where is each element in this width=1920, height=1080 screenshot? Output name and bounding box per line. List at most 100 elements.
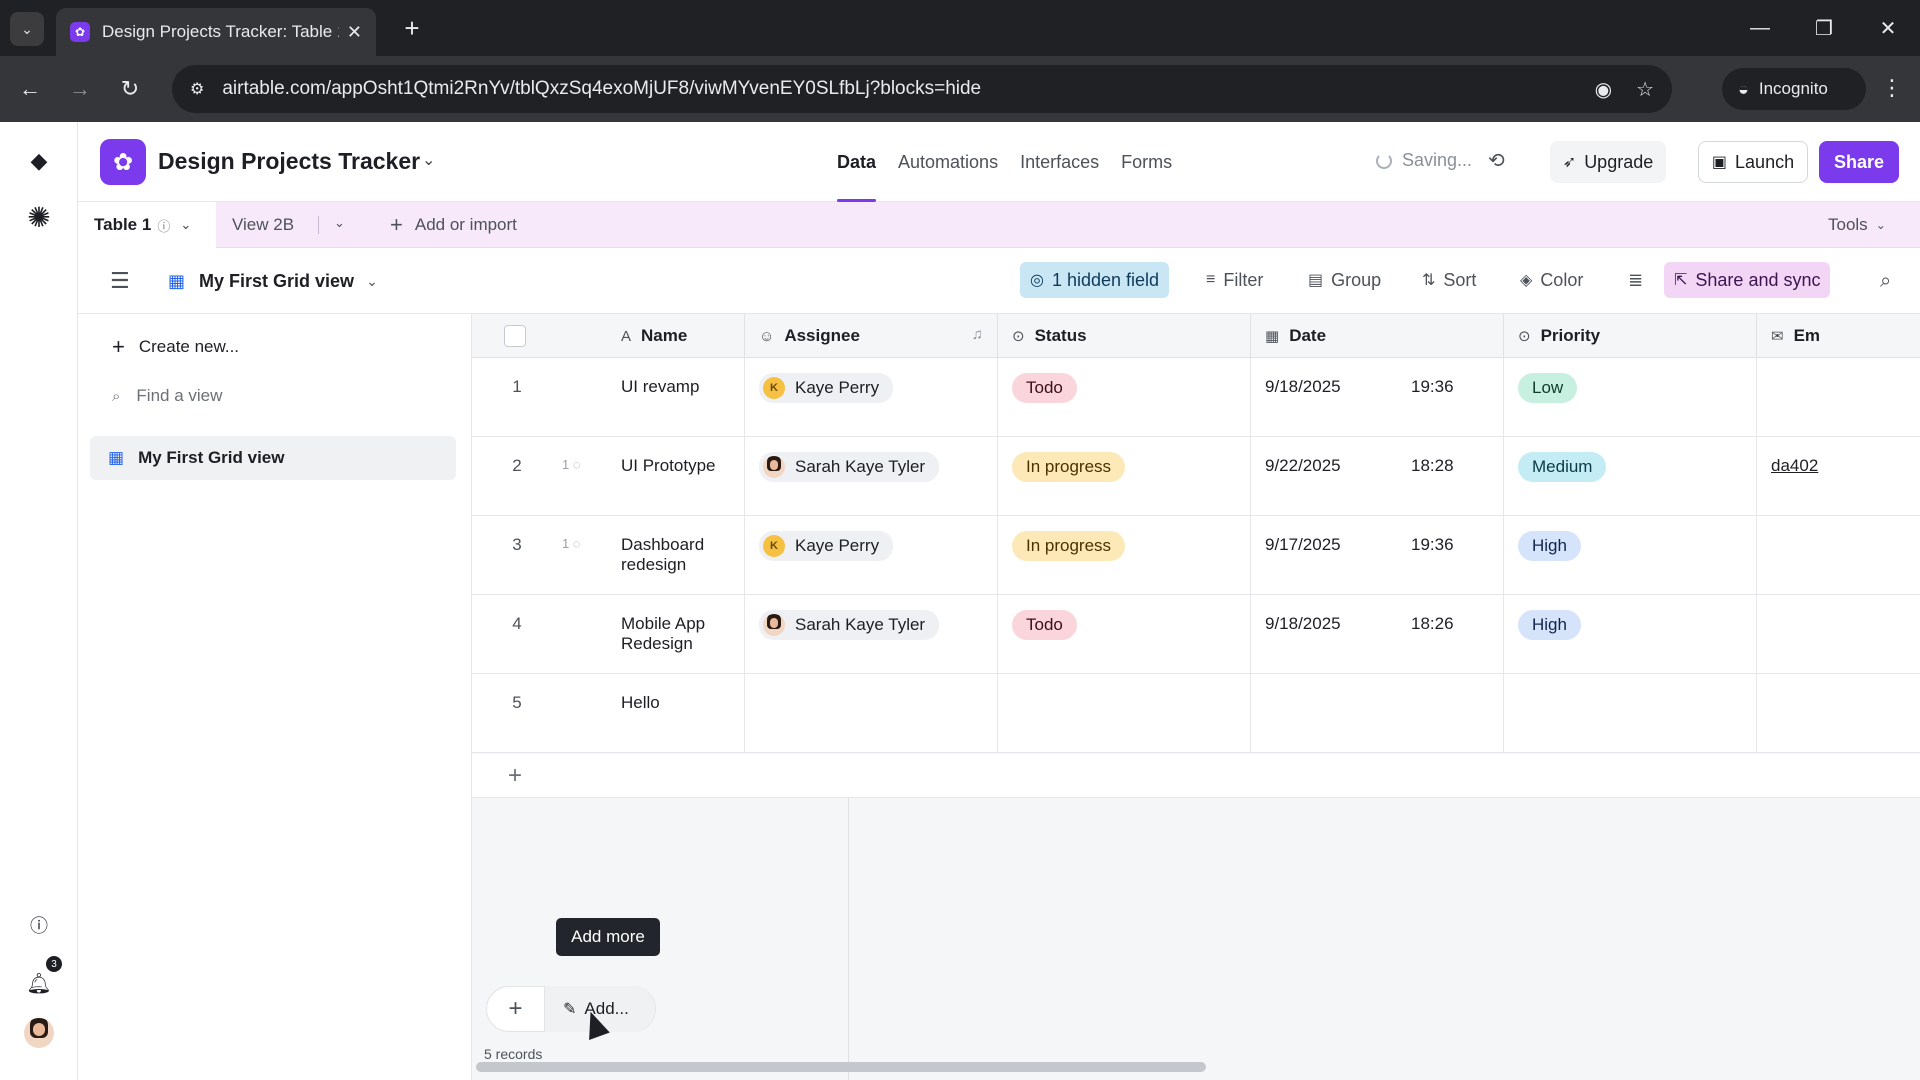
history-icon[interactable]: ⟲ xyxy=(1488,148,1505,173)
forward-button[interactable]: → xyxy=(64,73,96,105)
launch-button[interactable]: ▣ Launch xyxy=(1698,141,1808,183)
table-row[interactable]: 5 Hello xyxy=(472,674,1920,753)
table-row[interactable]: 1 UI revamp K Kaye Perry Todo 9/18/2025 19:36 L… xyxy=(472,358,1920,437)
add-record-button[interactable]: + xyxy=(487,986,545,1032)
address-bar[interactable]: ⚙ airtable.com/appOsht1Qtmi2RnYv/tblQxzS… xyxy=(172,65,1672,113)
create-new-view-button[interactable]: + Create new... xyxy=(112,334,239,360)
cell-email[interactable] xyxy=(1757,516,1920,595)
cell-status[interactable]: In progress xyxy=(998,437,1251,516)
column-header-name[interactable]: A Name xyxy=(607,314,745,358)
all-tables-chevron-icon[interactable]: ⌄ xyxy=(334,215,345,231)
bell-icon[interactable]: ♫ xyxy=(972,326,983,343)
column-header-date[interactable]: ▦ Date xyxy=(1251,314,1504,358)
minimize-button[interactable]: — xyxy=(1740,10,1780,46)
share-and-sync-button[interactable]: ⇱ Share and sync xyxy=(1664,262,1831,298)
share-button[interactable]: Share xyxy=(1819,141,1899,183)
email-link[interactable]: da402 xyxy=(1771,456,1818,476)
tab-data[interactable]: Data xyxy=(826,122,887,202)
cell-assignee[interactable]: Sarah Kaye Tyler xyxy=(745,595,998,674)
new-tab-button[interactable]: + xyxy=(396,12,428,44)
cell-name[interactable]: Dashboard redesign xyxy=(607,516,745,595)
tab-interfaces[interactable]: Interfaces xyxy=(1009,122,1110,202)
browser-menu-icon[interactable]: ⋮ xyxy=(1876,72,1908,104)
cell-assignee[interactable] xyxy=(745,674,998,753)
base-icon[interactable]: ✿ xyxy=(100,139,146,185)
cell-priority[interactable]: Low xyxy=(1504,358,1757,437)
tools-menu[interactable]: Tools ⌄ xyxy=(1828,202,1886,248)
tab-close-icon[interactable]: ✕ xyxy=(347,22,362,43)
cell-name[interactable]: Mobile App Redesign xyxy=(607,595,745,674)
cell-date[interactable]: 9/17/2025 19:36 xyxy=(1251,516,1504,595)
select-all-checkbox[interactable] xyxy=(504,325,526,347)
horizontal-scrollbar[interactable] xyxy=(476,1062,1206,1072)
comment-count[interactable]: 1 ◌ xyxy=(562,531,581,551)
url-text[interactable]: airtable.com/appOsht1Qtmi2RnYv/tblQxzSq4… xyxy=(222,78,1570,100)
back-button[interactable]: ← xyxy=(14,73,46,105)
info-icon[interactable]: ⓘ xyxy=(157,216,170,235)
search-icon[interactable]: ⌕ xyxy=(1880,270,1891,293)
tab-search-button[interactable]: ⌄ xyxy=(10,12,44,46)
bookmark-star-icon[interactable]: ☆ xyxy=(1636,77,1654,102)
column-header-priority[interactable]: ⊙ Priority xyxy=(1504,314,1757,358)
table-tab-table-1[interactable]: Table 1 ⓘ ⌄ xyxy=(78,202,216,248)
chevron-down-icon[interactable]: ⌄ xyxy=(180,217,191,233)
column-header-assignee[interactable]: ☺ Assignee ♫ xyxy=(745,314,998,358)
user-avatar[interactable] xyxy=(24,1018,54,1048)
group-button[interactable]: ▤ Group xyxy=(1298,262,1391,298)
tab-automations[interactable]: Automations xyxy=(887,122,1009,202)
site-info-icon[interactable]: ⚙ xyxy=(190,79,204,99)
browser-tab-active[interactable]: ✿ Design Projects Tracker: Table 1 ✕ xyxy=(56,8,376,56)
restore-button[interactable]: ❐ xyxy=(1804,10,1844,46)
eye-off-icon[interactable]: ◉ xyxy=(1595,77,1612,102)
table-row[interactable]: 3 1 ◌ Dashboard redesign K Kaye Perry In prog… xyxy=(472,516,1920,595)
cell-name[interactable]: UI revamp xyxy=(607,358,745,437)
row-height-button[interactable]: ≣ xyxy=(1618,262,1653,298)
cell-date[interactable]: 9/18/2025 19:36 xyxy=(1251,358,1504,437)
cell-name[interactable]: Hello xyxy=(607,674,745,753)
airtable-logo-icon[interactable]: ◆ xyxy=(22,144,56,178)
find-view-input[interactable]: ⌕ Find a view xyxy=(112,386,222,406)
cell-status[interactable]: Todo xyxy=(998,595,1251,674)
sidebar-item-my-first-grid-view[interactable]: ▦ My First Grid view xyxy=(90,436,456,480)
cell-priority[interactable]: High xyxy=(1504,595,1757,674)
cell-assignee[interactable]: K Kaye Perry xyxy=(745,516,998,595)
upgrade-button[interactable]: ➶ Upgrade xyxy=(1550,141,1666,183)
cell-priority[interactable]: Medium xyxy=(1504,437,1757,516)
column-header-status[interactable]: ⊙ Status xyxy=(998,314,1251,358)
incognito-indicator[interactable]: ◒ Incognito xyxy=(1722,68,1866,110)
cell-email[interactable] xyxy=(1757,674,1920,753)
add-or-import-button[interactable]: + Add or import xyxy=(390,202,517,248)
cell-date[interactable] xyxy=(1251,674,1504,753)
base-title[interactable]: Design Projects Tracker xyxy=(158,148,420,175)
cell-date[interactable]: 9/18/2025 18:26 xyxy=(1251,595,1504,674)
hidden-fields-button[interactable]: ◎ 1 hidden field xyxy=(1020,262,1170,298)
column-header-email[interactable]: ✉ Em xyxy=(1757,314,1920,358)
cell-email[interactable]: da402 xyxy=(1757,437,1920,516)
sort-button[interactable]: ⇅ Sort xyxy=(1412,262,1486,298)
help-icon[interactable]: ⓘ xyxy=(22,908,56,942)
cell-date[interactable]: 9/22/2025 18:28 xyxy=(1251,437,1504,516)
cell-email[interactable] xyxy=(1757,595,1920,674)
hamburger-menu-icon[interactable]: ☰ xyxy=(110,268,130,294)
chevron-down-icon[interactable]: ⌄ xyxy=(422,150,435,170)
cell-status[interactable]: In progress xyxy=(998,516,1251,595)
cell-priority[interactable] xyxy=(1504,674,1757,753)
reload-button[interactable]: ↻ xyxy=(114,73,146,105)
close-window-button[interactable]: ✕ xyxy=(1868,10,1908,46)
omni-ai-icon[interactable]: ✺ xyxy=(22,200,56,234)
cell-status[interactable]: Todo xyxy=(998,358,1251,437)
filter-button[interactable]: ≡ Filter xyxy=(1196,262,1273,298)
view-switcher[interactable]: ▦ My First Grid view ⌄ xyxy=(168,248,378,314)
tab-forms[interactable]: Forms xyxy=(1110,122,1183,202)
cell-email[interactable] xyxy=(1757,358,1920,437)
cell-name[interactable]: UI Prototype xyxy=(607,437,745,516)
table-tab-view-2b[interactable]: View 2B xyxy=(232,202,294,248)
color-button[interactable]: ◈ Color xyxy=(1510,262,1593,298)
cell-priority[interactable]: High xyxy=(1504,516,1757,595)
add-record-row[interactable]: + xyxy=(472,754,1920,798)
cell-status[interactable] xyxy=(998,674,1251,753)
cell-assignee[interactable]: Sarah Kaye Tyler xyxy=(745,437,998,516)
comment-count[interactable]: 1 ◌ xyxy=(562,452,581,472)
cell-assignee[interactable]: K Kaye Perry xyxy=(745,358,998,437)
table-row[interactable]: 4 Mobile App Redesign Sarah Kaye Tyler Todo… xyxy=(472,595,1920,674)
